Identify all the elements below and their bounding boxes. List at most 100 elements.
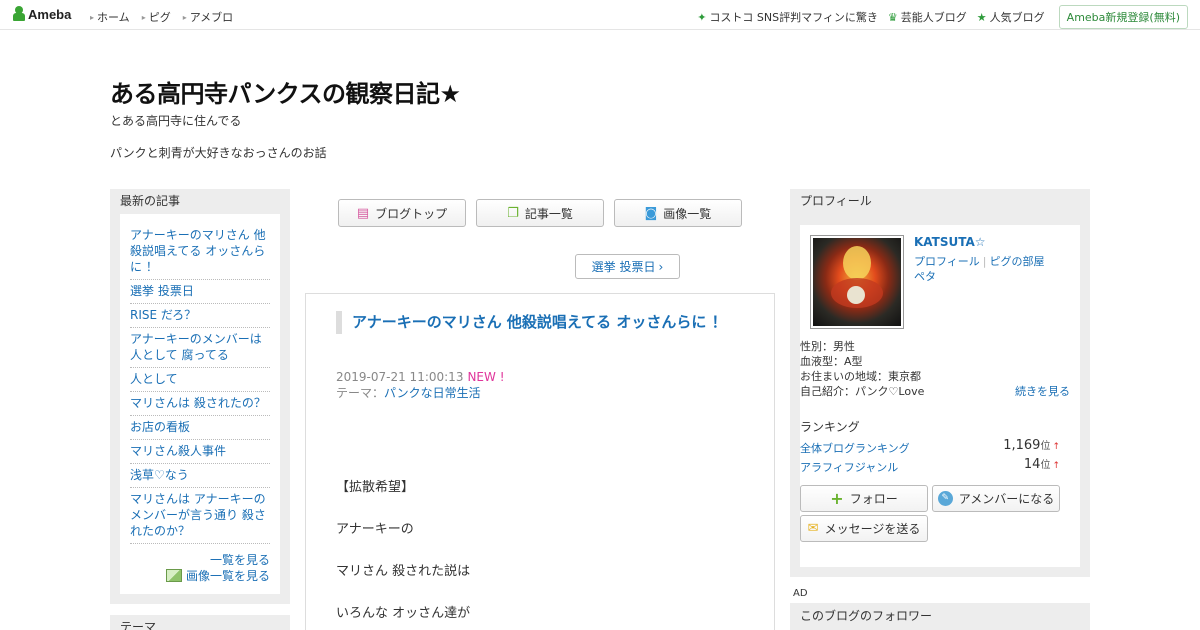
nav-pig[interactable]: ピグ (142, 9, 171, 25)
latest-article-link[interactable]: マリさんは アナーキーの メンバーが言う通り 殺されたのか？ (130, 488, 270, 544)
send-message-label: メッセージを送る (824, 522, 921, 536)
crown-icon: ♛ (887, 10, 898, 24)
latest-article-link[interactable]: アナーキーのマリさん 他殺説唱えてる オッさんらに ！ (130, 224, 270, 280)
article-card: アナーキーのマリさん 他殺説唱えてる オッさんらに ！ 2019-07-21 1… (305, 293, 775, 630)
image-list-label: 画像一覧 (663, 206, 712, 221)
list-icon: ❐ (507, 205, 519, 221)
amember-label: アメンバーになる (958, 492, 1055, 506)
ameba-logo-text: Ameba (28, 6, 72, 22)
image-list-icon (165, 569, 182, 582)
article-date: 2019-07-21 11:00:13 (336, 370, 464, 384)
view-all-images-label: 画像一覧を見る (185, 569, 270, 583)
amember-icon: ✎ (937, 491, 953, 506)
top-nav: ホーム ピグ アメブロ (90, 9, 233, 25)
ranking-header: ランキング (800, 420, 860, 434)
article-paragraph: 【拡散希望】 (336, 480, 415, 495)
blog-nav-buttons: ▤ ブログトップ ❐ 記事一覧 ◙ 画像一覧 (338, 199, 742, 227)
blog-description-line1: とある高円寺に住んでる (110, 114, 242, 128)
article-title[interactable]: アナーキーのマリさん 他殺説唱えてる オッさんらに ！ (336, 311, 741, 334)
ranking-unit: 位 (1040, 441, 1051, 452)
trend-up-icon: ↑ (1052, 442, 1060, 452)
popular-blog-label: 人気ブログ (989, 11, 1045, 24)
prev-entry-label: 選挙 投票日 (591, 260, 656, 274)
popular-blog-link[interactable]: ★ 人気ブログ (977, 9, 1045, 25)
article-theme-link[interactable]: パンクな日常生活 (384, 386, 481, 400)
latest-articles-header: 最新の記事 (120, 194, 181, 208)
trend-link[interactable]: ✦ コストコ SNS評判マフィンに驚き (697, 9, 878, 25)
peta-link[interactable]: ペタ (914, 270, 936, 283)
sparkle-icon: ✦ (697, 10, 707, 24)
latest-article-link[interactable]: マリさんは 殺されたの？ (130, 392, 270, 416)
blog-top-label: ブログトップ (375, 206, 448, 221)
profile-panel: プロフィール KATSUTA☆ プロフィール | ピグの部屋 ペタ 性別：男性 血液… (790, 189, 1090, 577)
avatar-image (813, 238, 901, 326)
ranking-unit: 位 (1040, 460, 1051, 471)
ranking-number: 14 (1023, 457, 1041, 472)
register-button[interactable]: Ameba新規登録(無料) (1058, 5, 1188, 29)
prev-entry-button[interactable]: 選挙 投票日 › (575, 254, 680, 279)
latest-article-link[interactable]: 浅草♡なう (130, 464, 270, 488)
read-more-link[interactable]: 続きを見る (1015, 384, 1070, 399)
trend-up-icon: ↑ (1052, 461, 1060, 471)
follow-label: フォロー (849, 492, 898, 506)
ranking-number: 1,169 (1003, 438, 1041, 453)
article-body: 【拡散希望】 アナーキーの マリさん 殺された説は いろんな オッさん達が (336, 481, 470, 630)
nav-ameblo[interactable]: アメブロ (183, 9, 233, 25)
top-right-links: ✦ コストコ SNS評判マフィンに驚き ♛ 芸能人ブログ ★ 人気ブログ Ameba新… (697, 5, 1188, 29)
latest-article-link[interactable]: アナーキーのメンバーは 人として 腐ってる (130, 328, 270, 368)
profile-gender: 性別：男性 (800, 340, 855, 353)
ameba-logo[interactable]: Ameba (12, 6, 71, 22)
follow-button[interactable]: + フォロー (800, 485, 928, 512)
ranking-row: 全体ブログランキング 1,169位 ↑ (800, 437, 1060, 456)
avatar[interactable] (810, 235, 904, 329)
divider: | (982, 255, 987, 268)
article-list-button[interactable]: ❐ 記事一覧 (476, 199, 604, 227)
overall-ranking-value: 1,169位 ↑ (1003, 437, 1060, 453)
blog-top-button[interactable]: ▤ ブログトップ (338, 199, 466, 227)
latest-article-link[interactable]: マリさん殺人事件 (130, 440, 270, 464)
profile-links: プロフィール | ピグの部屋 ペタ (914, 254, 1064, 284)
celebrity-blog-label: 芸能人ブログ (900, 11, 967, 24)
celebrity-blog-link[interactable]: ♛ 芸能人ブログ (888, 9, 967, 25)
article-paragraph: マリさん 殺された説は (336, 564, 471, 579)
plus-icon: + (830, 489, 844, 508)
send-message-button[interactable]: ✉ メッセージを送る (800, 515, 928, 542)
envelope-icon: ✉ (807, 521, 819, 536)
profile-name[interactable]: KATSUTA☆ (914, 235, 986, 249)
view-all-articles-link[interactable]: 一覧を見る (130, 552, 270, 568)
latest-article-link[interactable]: お店の看板 (130, 416, 270, 440)
view-all-images-link[interactable]: 画像一覧を見る (130, 568, 270, 584)
article-paragraph: アナーキーの (336, 522, 414, 537)
image-list-button[interactable]: ◙ 画像一覧 (614, 199, 742, 227)
blog-description-line2: パンクと刺青が大好きなおっさんのお話 (110, 146, 327, 160)
overall-ranking-link[interactable]: 全体ブログランキング (800, 442, 910, 455)
latest-article-link[interactable]: 人として (130, 368, 270, 392)
article-paragraph: いろんな オッさん達が (336, 606, 471, 621)
chevron-right-icon: › (658, 259, 664, 274)
theme-panel-header: テーマ (110, 615, 290, 630)
profile-header: プロフィール (800, 194, 872, 208)
latest-article-link[interactable]: RISE だろ？ (130, 304, 270, 328)
ameba-logo-icon (12, 6, 26, 22)
camera-icon: ◙ (644, 205, 658, 221)
profile-link[interactable]: プロフィール (914, 255, 980, 268)
sidebar-more-links: 一覧を見る 画像一覧を見る (130, 552, 270, 584)
article-meta: 2019-07-21 11:00:13 NEW ! テーマ：パンクな日常生活 (336, 369, 505, 401)
genre-ranking-link[interactable]: アラフィフジャンル (800, 461, 898, 474)
latest-article-link[interactable]: 選挙 投票日 (130, 280, 270, 304)
article-theme-label: テーマ： (336, 386, 385, 400)
amember-button[interactable]: ✎ アメンバーになる (932, 485, 1060, 512)
star-icon: ★ (976, 10, 987, 24)
followers-panel-header: このブログのフォロワー (790, 603, 1090, 630)
global-header: Ameba ホーム ピグ アメブロ ✦コストコ SNS評判マフィンに驚き ♛芸能… (0, 0, 1200, 30)
trend-link-label: コストコ SNS評判マフィンに驚き (709, 11, 878, 24)
ranking-row: アラフィフジャンル 14位 ↑ (800, 457, 1060, 475)
profile-info: 性別：男性 血液型：A型 お住まいの地域：東京都 自己紹介：パンク♡Love 続… (800, 339, 1080, 399)
latest-articles-list: アナーキーのマリさん 他殺説唱えてる オッさんらに ！ 選挙 投票日 RISE … (120, 214, 280, 594)
article-list-label: 記事一覧 (524, 206, 573, 221)
blog-title[interactable]: ある高円寺パンクスの観察日記★ (110, 74, 461, 109)
nav-home[interactable]: ホーム (90, 9, 130, 25)
latest-articles-panel: 最新の記事 アナーキーのマリさん 他殺説唱えてる オッさんらに ！ 選挙 投票日… (110, 189, 290, 604)
new-badge: NEW ! (467, 370, 505, 384)
pig-room-link[interactable]: ピグの部屋 (990, 255, 1045, 268)
